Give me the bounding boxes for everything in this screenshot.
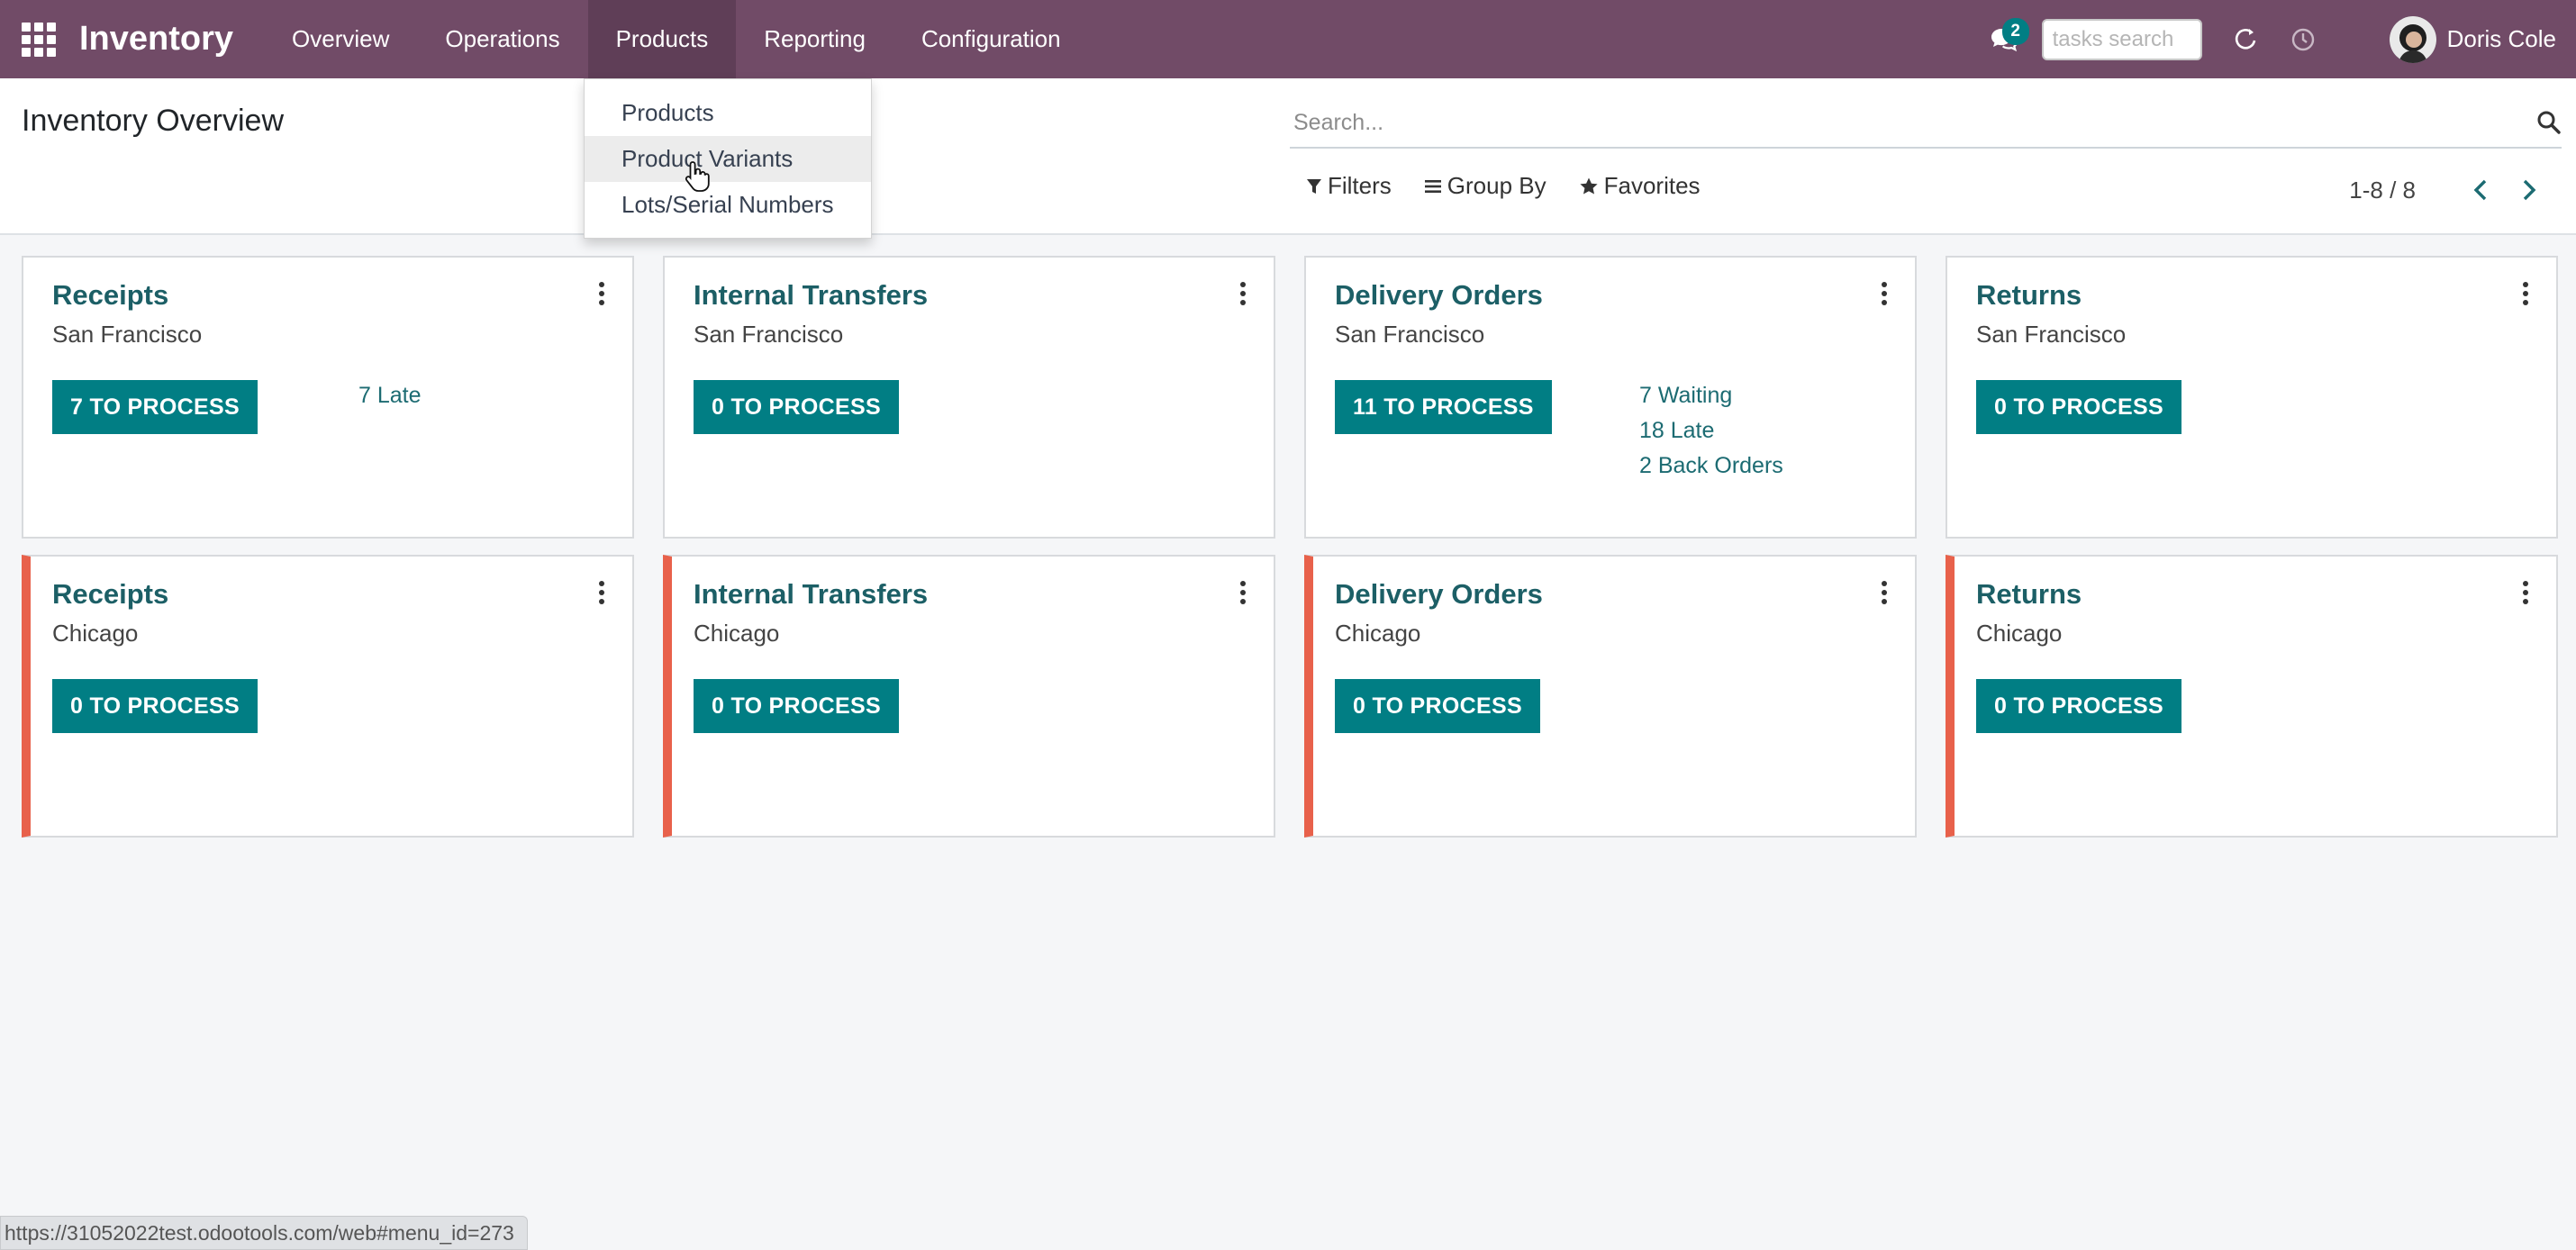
card-menu-icon[interactable]: [2517, 576, 2535, 609]
nav-operations[interactable]: Operations: [417, 0, 587, 78]
card-menu-icon[interactable]: [1875, 277, 1893, 310]
navbar-systray: 2 Doris Cole: [1979, 0, 2576, 78]
card-menu-icon[interactable]: [593, 277, 611, 310]
search-bar: [1290, 98, 2562, 149]
card-title[interactable]: Delivery Orders: [1335, 578, 1543, 611]
chat-count-badge: 2: [2001, 17, 2029, 45]
group-by-label: Group By: [1447, 172, 1547, 199]
nav-reporting[interactable]: Reporting: [736, 0, 893, 78]
card-links: 7 Waiting 18 Late 2 Back Orders: [1639, 378, 1783, 484]
card-link-waiting[interactable]: 7 Waiting: [1639, 378, 1783, 413]
user-name: Doris Cole: [2446, 25, 2556, 52]
avatar: [2389, 15, 2436, 63]
kanban-card: Internal Transfers Chicago 0 TO PROCESS: [663, 555, 1275, 838]
card-warehouse: San Francisco: [1976, 321, 2127, 348]
chevron-left-icon: [2473, 179, 2487, 201]
pager: 1-8 / 8: [2349, 172, 2547, 208]
card-links: 7 Late: [358, 378, 422, 413]
to-process-button[interactable]: 0 TO PROCESS: [1335, 679, 1540, 733]
group-by-button[interactable]: Group By: [1424, 172, 1547, 200]
page-title: Inventory Overview: [22, 104, 284, 138]
nav-configuration[interactable]: Configuration: [893, 0, 1089, 78]
card-menu-icon[interactable]: [1875, 576, 1893, 609]
kanban-card: Delivery Orders Chicago 0 TO PROCESS: [1304, 555, 1917, 838]
nav-products[interactable]: Products: [587, 0, 737, 78]
filter-icon: [1307, 178, 1321, 194]
to-process-button[interactable]: 0 TO PROCESS: [1976, 380, 2181, 434]
card-title[interactable]: Internal Transfers: [694, 578, 928, 611]
to-process-button[interactable]: 0 TO PROCESS: [694, 380, 899, 434]
card-menu-icon[interactable]: [1234, 277, 1252, 310]
pager-next-button[interactable]: [2511, 172, 2547, 208]
apps-menu-icon[interactable]: [20, 21, 58, 59]
messaging-button[interactable]: 2: [1979, 14, 2029, 65]
products-dropdown-menu: Products Product Variants Lots/Serial Nu…: [584, 78, 872, 239]
kanban-card: Receipts San Francisco 7 TO PROCESS 7 La…: [22, 256, 634, 539]
control-panel: Inventory Overview Filters Group By: [0, 78, 2576, 235]
kanban-card: Internal Transfers San Francisco 0 TO PR…: [663, 256, 1275, 539]
sync-button[interactable]: [2220, 14, 2271, 65]
card-warehouse: San Francisco: [1335, 321, 1485, 348]
card-title[interactable]: Receipts: [52, 279, 168, 312]
card-menu-icon[interactable]: [2517, 277, 2535, 310]
star-icon: [1580, 177, 1598, 194]
kanban-card: Delivery Orders San Francisco 11 TO PROC…: [1304, 256, 1917, 539]
kanban-card: Receipts Chicago 0 TO PROCESS: [22, 555, 634, 838]
search-options: Filters Group By Favorites: [1306, 172, 1733, 200]
filters-button[interactable]: Filters: [1306, 172, 1392, 200]
pager-value[interactable]: 1-8 / 8: [2349, 177, 2416, 204]
card-warehouse: San Francisco: [694, 321, 844, 348]
search-icon[interactable]: [2536, 110, 2562, 135]
to-process-button[interactable]: 0 TO PROCESS: [1976, 679, 2181, 733]
filters-label: Filters: [1328, 172, 1392, 199]
user-menu[interactable]: Doris Cole: [2389, 15, 2556, 63]
card-title[interactable]: Returns: [1976, 279, 2082, 312]
hand-cursor-icon: [685, 161, 710, 192]
chevron-right-icon: [2523, 179, 2536, 201]
list-icon: [1424, 179, 1441, 193]
card-title[interactable]: Receipts: [52, 578, 168, 611]
dropdown-item-products[interactable]: Products: [585, 90, 871, 136]
favorites-label: Favorites: [1603, 172, 1701, 199]
card-link-late[interactable]: 18 Late: [1639, 413, 1783, 448]
to-process-button[interactable]: 0 TO PROCESS: [52, 679, 258, 733]
kanban-card: Returns Chicago 0 TO PROCESS: [1946, 555, 2558, 838]
card-title[interactable]: Internal Transfers: [694, 279, 928, 312]
clock-icon: [2291, 28, 2314, 50]
app-brand[interactable]: Inventory: [79, 20, 233, 59]
link-status-bar: https://31052022test.odootools.com/web#m…: [0, 1216, 528, 1250]
card-warehouse: Chicago: [1335, 620, 1421, 647]
card-title[interactable]: Returns: [1976, 578, 2082, 611]
card-link-late[interactable]: 7 Late: [358, 378, 422, 413]
card-menu-icon[interactable]: [1234, 576, 1252, 609]
card-warehouse: Chicago: [52, 620, 139, 647]
card-menu-icon[interactable]: [593, 576, 611, 609]
nav-overview[interactable]: Overview: [264, 0, 417, 78]
card-title[interactable]: Delivery Orders: [1335, 279, 1543, 312]
card-warehouse: Chicago: [1976, 620, 2063, 647]
card-link-back-orders[interactable]: 2 Back Orders: [1639, 448, 1783, 484]
refresh-icon: [2235, 28, 2255, 50]
card-warehouse: Chicago: [694, 620, 780, 647]
top-navbar: Inventory Overview Operations Products R…: [0, 0, 2576, 78]
tasks-search-input[interactable]: [2041, 18, 2202, 60]
card-warehouse: San Francisco: [52, 321, 203, 348]
to-process-button[interactable]: 7 TO PROCESS: [52, 380, 258, 434]
kanban-card: Returns San Francisco 0 TO PROCESS: [1946, 256, 2558, 539]
pager-previous-button[interactable]: [2463, 172, 2499, 208]
dropdown-item-lots-serial-numbers[interactable]: Lots/Serial Numbers: [585, 182, 871, 228]
to-process-button[interactable]: 0 TO PROCESS: [694, 679, 899, 733]
to-process-button[interactable]: 11 TO PROCESS: [1335, 380, 1552, 434]
activity-button[interactable]: [2278, 14, 2328, 65]
dropdown-item-product-variants[interactable]: Product Variants: [585, 136, 871, 182]
search-input[interactable]: [1290, 100, 2536, 145]
favorites-button[interactable]: Favorites: [1579, 172, 1701, 200]
